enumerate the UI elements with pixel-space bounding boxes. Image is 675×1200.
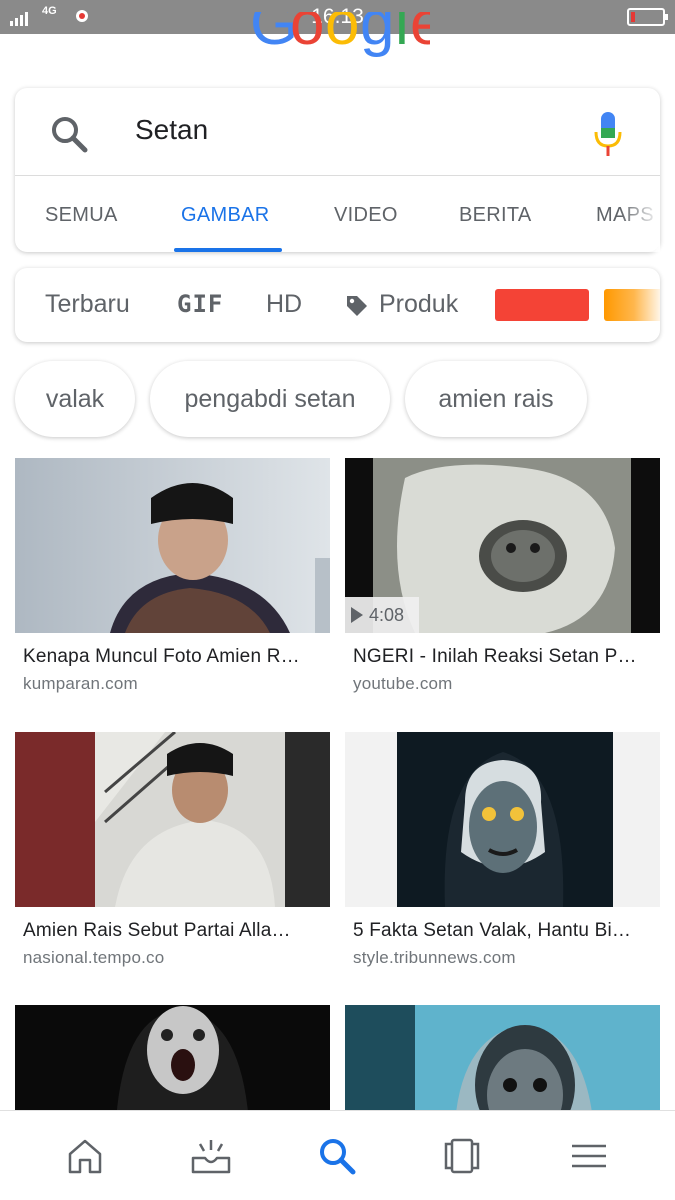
logo-letter: e xyxy=(410,12,430,58)
tab-berita[interactable]: BERITA xyxy=(459,204,532,227)
tab-video[interactable]: VIDEO xyxy=(334,204,398,227)
filter-bar: Terbaru GIF HD Produk xyxy=(15,268,660,342)
duration-text: 4:08 xyxy=(369,604,405,625)
result-title[interactable]: 5 Fakta Setan Valak, Hantu Bi… xyxy=(353,920,653,942)
result-title[interactable]: Amien Rais Sebut Partai Alla… xyxy=(23,920,323,942)
logo-letter: g xyxy=(360,12,395,58)
image-result[interactable]: 5 Fakta Setan Valak, Hantu Bi… style.tri… xyxy=(345,732,660,967)
logo-letter: l xyxy=(395,12,409,58)
color-filter-red[interactable] xyxy=(495,289,589,321)
result-source: youtube.com xyxy=(353,674,453,693)
result-source: kumparan.com xyxy=(23,674,138,693)
result-thumbnail[interactable] xyxy=(15,458,330,633)
logo-letter: o xyxy=(290,12,325,58)
search-tabs: SEMUA GAMBAR VIDEO BERITA MAPS xyxy=(15,176,660,252)
bottom-navigation xyxy=(0,1110,675,1200)
filter-hd[interactable]: HD xyxy=(266,290,302,319)
result-thumbnail[interactable]: 4:08 xyxy=(345,458,660,633)
search-icon[interactable] xyxy=(317,1136,357,1176)
tab-gambar[interactable]: GAMBAR xyxy=(181,204,269,227)
result-title[interactable]: Kenapa Muncul Foto Amien R… xyxy=(23,646,323,668)
tabs-icon[interactable] xyxy=(442,1136,482,1176)
result-title[interactable]: NGERI - Inilah Reaksi Setan P… xyxy=(353,646,653,668)
menu-icon[interactable] xyxy=(569,1136,609,1176)
home-icon[interactable] xyxy=(65,1136,105,1176)
filter-terbaru[interactable]: Terbaru xyxy=(45,290,130,319)
chip-valak[interactable]: valak xyxy=(15,361,135,437)
result-source: nasional.tempo.co xyxy=(23,948,165,967)
screen: 4G 16.13 G o o g l e Setan SEMUA GAMBAR … xyxy=(0,0,675,1200)
image-result[interactable]: 4:08 NGERI - Inilah Reaksi Setan P… yout… xyxy=(345,458,660,693)
filter-produk[interactable]: Produk xyxy=(379,290,458,319)
play-icon xyxy=(351,607,363,623)
color-filter-orange[interactable] xyxy=(604,289,660,321)
search-card: Setan SEMUA GAMBAR VIDEO BERITA MAPS xyxy=(15,88,660,252)
tag-icon xyxy=(347,296,367,316)
image-result[interactable]: Amien Rais Sebut Partai Alla… nasional.t… xyxy=(15,730,330,967)
battery-icon xyxy=(627,8,668,26)
result-thumbnail[interactable] xyxy=(15,730,330,907)
chip-amien-rais[interactable]: amien rais xyxy=(405,361,587,437)
microphone-icon[interactable] xyxy=(593,110,623,158)
result-thumbnail[interactable] xyxy=(345,732,660,907)
updates-icon[interactable] xyxy=(191,1136,231,1176)
chip-pengabdi-setan[interactable]: pengabdi setan xyxy=(150,361,390,437)
active-tab-indicator xyxy=(174,248,282,252)
search-icon[interactable] xyxy=(49,114,89,154)
filter-gif[interactable]: GIF xyxy=(177,290,223,318)
result-source: style.tribunnews.com xyxy=(353,948,516,967)
tab-semua[interactable]: SEMUA xyxy=(45,204,118,227)
video-duration: 4:08 xyxy=(345,597,419,633)
logo-letter: o xyxy=(325,12,360,58)
image-result[interactable]: Kenapa Muncul Foto Amien R… kumparan.com xyxy=(15,458,330,693)
google-logo: G o o g l e xyxy=(250,12,430,62)
search-input[interactable]: Setan xyxy=(135,114,208,146)
search-box[interactable]: Setan xyxy=(15,88,660,176)
